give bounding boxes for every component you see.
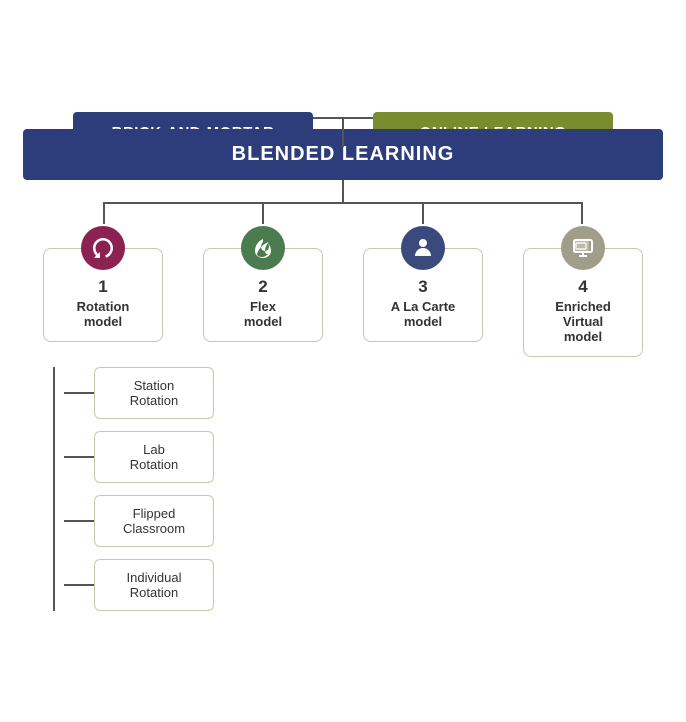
lab-rotation-row: LabRotation xyxy=(64,431,214,483)
alacarte-name: A La Cartemodel xyxy=(372,299,474,329)
connector-line-station xyxy=(64,392,94,394)
flex-icon xyxy=(241,226,285,270)
lab-rotation-box: LabRotation xyxy=(94,431,214,483)
flex-model-wrapper: 2 Flexmodel xyxy=(183,226,343,342)
individual-rotation-label: IndividualRotation xyxy=(127,570,182,600)
alacarte-num: 3 xyxy=(372,277,474,297)
station-rotation-box: StationRotation xyxy=(94,367,214,419)
rotation-icon xyxy=(81,226,125,270)
station-rotation-row: StationRotation xyxy=(64,367,214,419)
flipped-classroom-row: FlippedClassroom xyxy=(64,495,214,547)
main-layout: BRICK-AND-MORTAR ONLINE LEARNING BLENDED xyxy=(23,112,663,611)
alacarte-model-wrapper: 3 A La Cartemodel xyxy=(343,226,503,342)
enriched-icon xyxy=(561,226,605,270)
rotation-model-wrapper: 1 Rotationmodel xyxy=(23,226,183,342)
models-row: 1 Rotationmodel 2 Flexmodel xyxy=(23,226,663,357)
flipped-classroom-label: FlippedClassroom xyxy=(123,506,185,536)
station-rotation-label: StationRotation xyxy=(130,378,178,408)
rotation-num: 1 xyxy=(52,277,154,297)
enriched-num: 4 xyxy=(532,277,634,297)
flipped-classroom-box: FlippedClassroom xyxy=(94,495,214,547)
flex-num: 2 xyxy=(212,277,314,297)
individual-rotation-row: IndividualRotation xyxy=(64,559,214,611)
flex-name: Flexmodel xyxy=(212,299,314,329)
connector-line-flipped xyxy=(64,520,94,522)
connector-line-individual xyxy=(64,584,94,586)
enriched-name: EnrichedVirtualmodel xyxy=(532,299,634,344)
enriched-model-wrapper: 4 EnrichedVirtualmodel xyxy=(503,226,663,357)
rotation-name: Rotationmodel xyxy=(52,299,154,329)
connector-line-lab xyxy=(64,456,94,458)
lab-rotation-label: LabRotation xyxy=(130,442,178,472)
individual-rotation-box: IndividualRotation xyxy=(94,559,214,611)
diagram-container: BRICK-AND-MORTAR ONLINE LEARNING BLENDED xyxy=(13,92,673,631)
alacarte-icon xyxy=(401,226,445,270)
